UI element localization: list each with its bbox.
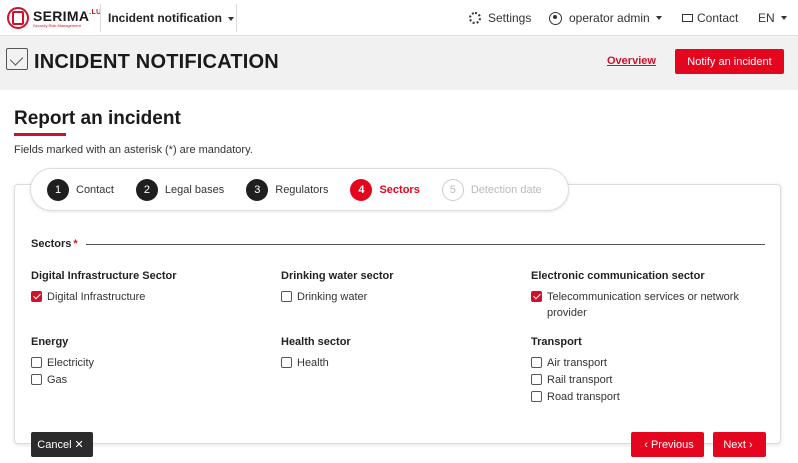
sector-group-title: Transport	[531, 336, 582, 348]
checkbox-road-transport[interactable]: Road transport	[531, 389, 765, 405]
previous-button[interactable]: ‹ Previous	[631, 432, 704, 457]
top-navbar: SERIMA.LU Security Risk Management Incid…	[0, 0, 798, 36]
app-menu-label: Incident notification	[108, 11, 222, 25]
language-dropdown[interactable]: EN	[758, 11, 787, 25]
step-detection-date: 5 Detection date	[441, 178, 542, 201]
overview-link[interactable]: Overview	[607, 55, 656, 67]
language-label: EN	[758, 11, 775, 25]
sector-group-energy: Energy Electricity Gas	[31, 336, 261, 392]
checkbox-label: Health	[297, 357, 329, 369]
chevron-left-icon: ‹	[644, 438, 648, 451]
sector-group-transport: Transport Air transport Rail transport R…	[531, 336, 765, 409]
checkbox-box[interactable]	[281, 357, 292, 368]
title-underline	[14, 133, 66, 136]
sector-group-title: Drinking water sector	[281, 270, 394, 282]
cancel-button[interactable]: Cancel ✕	[31, 432, 93, 457]
sector-group-drinking-water: Drinking water sector Drinking water	[281, 270, 511, 309]
previous-label: Previous	[650, 438, 694, 451]
checkbox-telecommunication[interactable]: Telecommunication services or network pr…	[531, 289, 765, 321]
sector-group-title: Electronic communication sector	[531, 270, 705, 282]
navbar-divider	[100, 4, 101, 32]
app-menu-dropdown[interactable]: Incident notification	[108, 11, 234, 25]
page-title: Report an incident	[14, 108, 181, 129]
next-label: Next	[723, 438, 746, 451]
checkbox-box[interactable]	[531, 291, 542, 302]
step-regulators[interactable]: 3 Regulators	[246, 178, 329, 201]
step-legal-bases[interactable]: 2 Legal bases	[135, 178, 225, 201]
step-number: 3	[246, 178, 269, 201]
chevron-right-icon: ›	[748, 438, 753, 451]
settings-label: Settings	[488, 11, 532, 25]
checkbox-box[interactable]	[531, 374, 542, 385]
checkbox-drinking-water[interactable]: Drinking water	[281, 289, 511, 305]
sector-group-title: Energy	[31, 336, 69, 348]
logo-tagline: Security Risk Management	[33, 22, 81, 28]
checkbox-label: Drinking water	[297, 291, 368, 303]
checkbox-digital-infrastructure[interactable]: Digital Infrastructure	[31, 289, 261, 305]
step-number: 4	[350, 178, 373, 201]
navbar-divider	[236, 4, 237, 32]
close-icon: ✕	[74, 439, 84, 451]
sector-group-digital-infrastructure: Digital Infrastructure Sector Digital In…	[31, 270, 261, 309]
checkbox-box[interactable]	[531, 391, 542, 402]
header-title: INCIDENT NOTIFICATION	[34, 51, 279, 73]
checkbox-label: Air transport	[547, 357, 607, 369]
step-sectors[interactable]: 4 Sectors	[350, 178, 420, 201]
checkbox-label: Rail transport	[547, 374, 613, 386]
step-label: Legal bases	[164, 183, 225, 196]
chevron-down-icon	[655, 16, 662, 20]
step-label: Sectors	[379, 183, 420, 196]
required-asterisk: *	[73, 238, 78, 250]
sector-group-health: Health sector Health	[281, 336, 511, 375]
checkbox-box[interactable]	[31, 291, 42, 302]
mandatory-note: Fields marked with an asterisk (*) are m…	[14, 144, 253, 156]
page-header: INCIDENT NOTIFICATION Overview Notify an…	[0, 36, 798, 90]
checkbox-health[interactable]: Health	[281, 355, 511, 371]
sectors-legend-label: Sectors	[31, 238, 72, 250]
step-number: 5	[441, 178, 464, 201]
incident-report-icon	[6, 48, 28, 70]
sectors-legend: Sectors *	[31, 238, 78, 250]
chevron-down-icon	[780, 16, 787, 20]
step-number: 2	[135, 178, 158, 201]
step-label: Detection date	[470, 183, 542, 196]
checkbox-electricity[interactable]: Electricity	[31, 355, 261, 371]
user-menu-dropdown[interactable]: operator admin	[549, 11, 662, 25]
contact-label: Contact	[697, 11, 739, 25]
checkbox-box[interactable]	[31, 374, 42, 385]
wizard-stepper: 1 Contact 2 Legal bases 3 Regulators 4 S…	[30, 168, 569, 211]
settings-link[interactable]: Settings	[469, 11, 531, 25]
sector-group-electronic-communication: Electronic communication sector Telecomm…	[531, 270, 765, 325]
checkbox-label: Telecommunication services or network pr…	[547, 291, 739, 319]
gear-icon	[469, 12, 481, 24]
checkbox-rail-transport[interactable]: Rail transport	[531, 372, 765, 388]
sector-group-title: Health sector	[281, 336, 351, 348]
next-button[interactable]: Next ›	[713, 432, 766, 457]
logo-mark-icon	[7, 7, 29, 29]
checkbox-air-transport[interactable]: Air transport	[531, 355, 765, 371]
cancel-label: Cancel	[37, 438, 72, 451]
sectors-divider	[86, 244, 765, 245]
step-number: 1	[47, 178, 69, 201]
step-contact[interactable]: 1 Contact	[47, 178, 114, 201]
checkbox-label: Digital Infrastructure	[47, 291, 146, 303]
step-label: Contact	[76, 183, 114, 196]
user-icon	[549, 11, 562, 25]
checkbox-box[interactable]	[531, 357, 542, 368]
checkbox-label: Electricity	[47, 357, 95, 369]
checkbox-box[interactable]	[281, 291, 292, 302]
envelope-icon	[682, 14, 693, 22]
user-name: operator admin	[569, 11, 650, 25]
serima-logo[interactable]: SERIMA.LU Security Risk Management	[7, 7, 101, 29]
checkbox-label: Road transport	[547, 391, 620, 403]
chevron-down-icon	[228, 16, 234, 21]
step-label: Regulators	[275, 183, 329, 196]
sector-group-title: Digital Infrastructure Sector	[31, 270, 177, 282]
contact-link[interactable]: Contact	[682, 11, 738, 25]
notify-incident-button[interactable]: Notify an incident	[675, 49, 784, 74]
checkbox-box[interactable]	[31, 357, 42, 368]
checkbox-label: Gas	[47, 374, 68, 386]
logo-text: SERIMA	[33, 7, 90, 24]
checkbox-gas[interactable]: Gas	[31, 372, 261, 388]
